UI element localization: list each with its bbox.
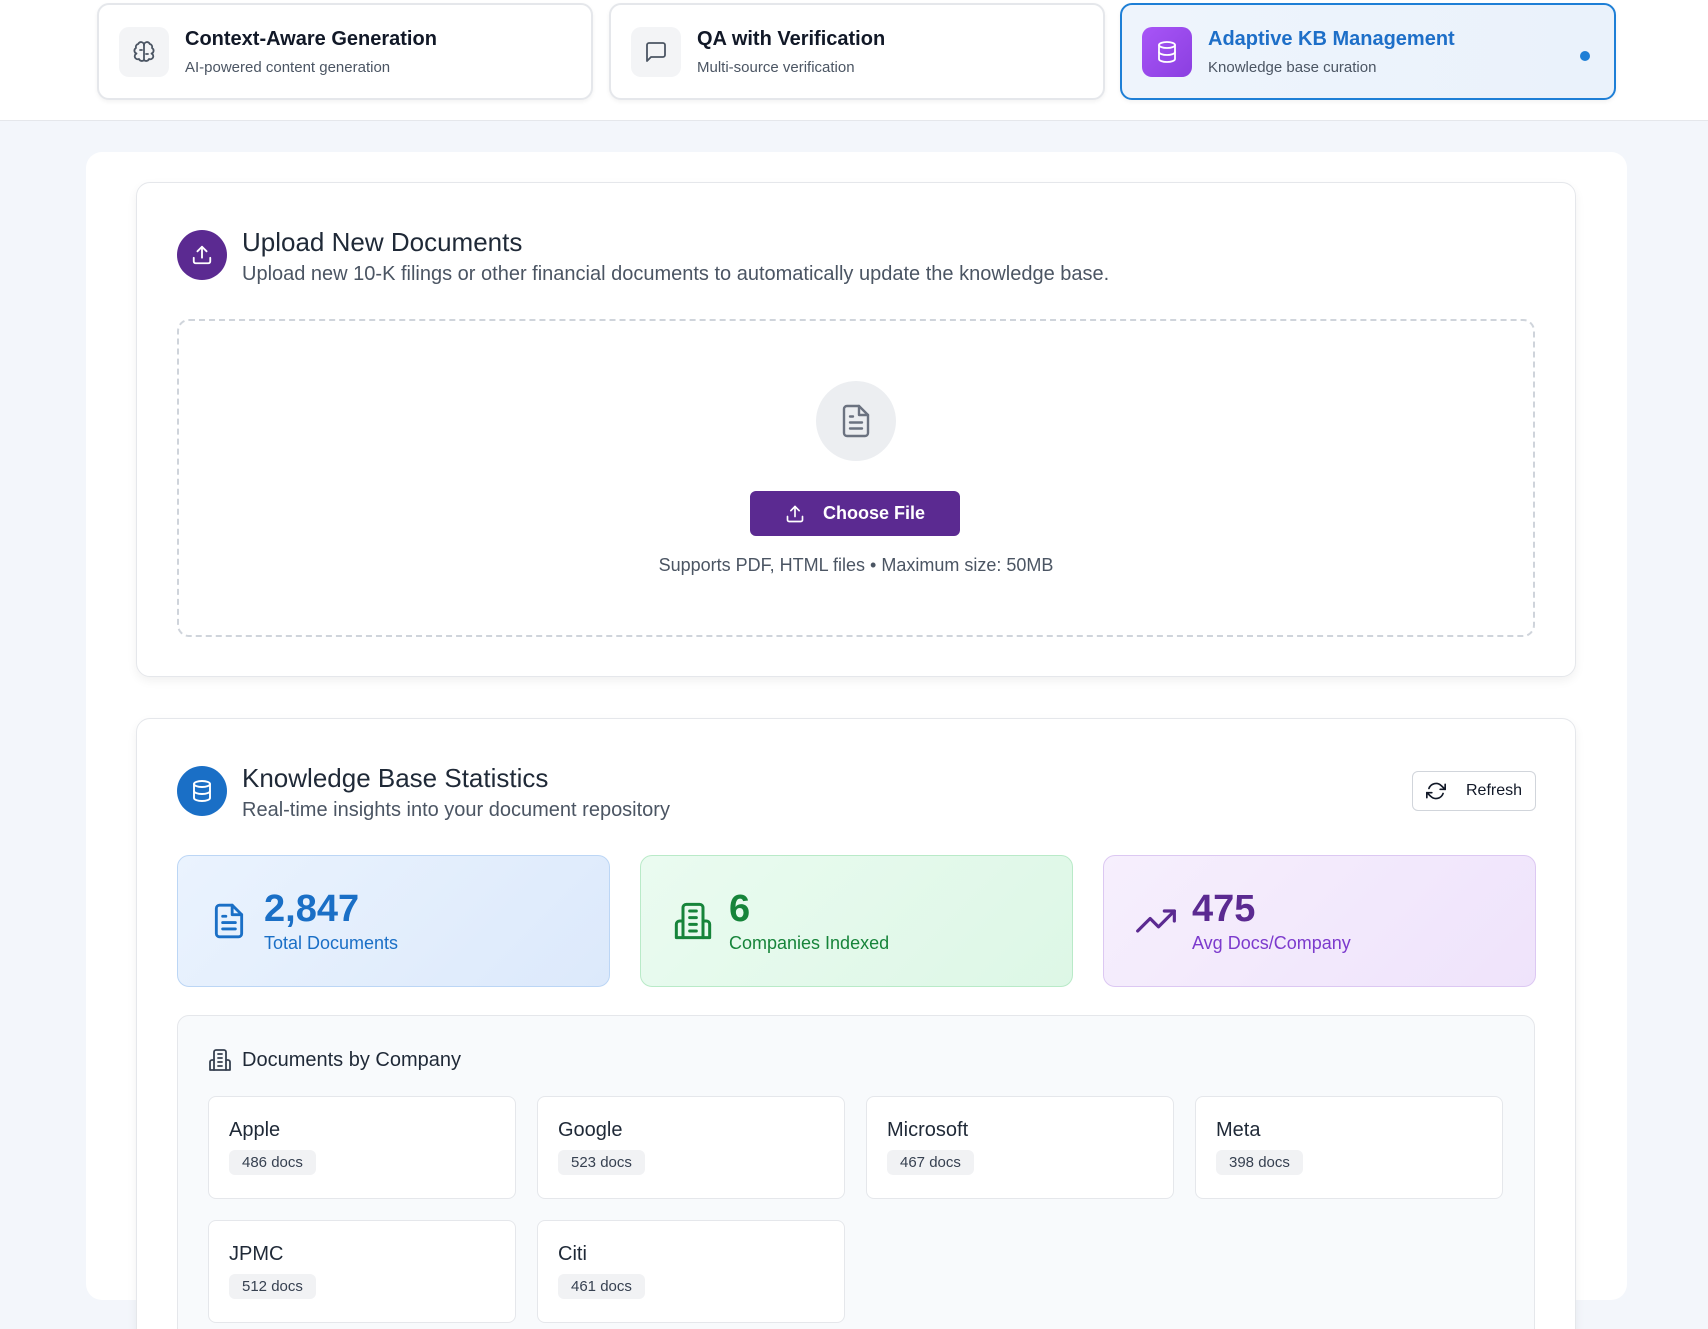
doc-count-badge: 461 docs (558, 1274, 645, 1299)
tab-context-aware-generation[interactable]: Context-Aware Generation AI-powered cont… (97, 3, 593, 100)
documents-by-company-panel: Documents by Company Apple 486 docs Goog… (177, 1015, 1535, 1329)
tab-subtitle: Knowledge base curation (1208, 58, 1377, 76)
stat-value: 2,847 (264, 887, 360, 930)
stat-total-documents: 2,847 Total Documents (177, 855, 610, 987)
tab-title: Adaptive KB Management (1208, 27, 1455, 50)
message-square-icon (631, 26, 681, 77)
tab-qa-with-verification[interactable]: QA with Verification Multi-source verifi… (609, 3, 1105, 100)
database-icon (177, 766, 227, 816)
stat-label: Total Documents (264, 932, 399, 953)
upload-icon (786, 505, 804, 522)
company-name: Microsoft (887, 1119, 969, 1141)
active-indicator-dot (1580, 51, 1590, 61)
building-icon (209, 1049, 231, 1071)
doc-count-badge: 523 docs (558, 1150, 645, 1175)
file-dropzone[interactable]: Choose File Supports PDF, HTML files • M… (177, 319, 1535, 637)
company-name: Meta (1216, 1119, 1261, 1141)
company-card-google[interactable]: Google 523 docs (537, 1096, 845, 1199)
company-card-microsoft[interactable]: Microsoft 467 docs (866, 1096, 1174, 1199)
kb-statistics-card: Knowledge Base Statistics Real-time insi… (136, 718, 1576, 1329)
refresh-label: Refresh (1465, 782, 1523, 799)
building-icon (674, 902, 712, 940)
tab-subtitle: AI-powered content generation (185, 58, 391, 76)
upload-card: Upload New Documents Upload new 10-K fil… (136, 182, 1576, 677)
stat-label: Companies Indexed (729, 932, 890, 953)
documents-by-company-title: Documents by Company (242, 1048, 461, 1071)
stat-avg-docs-per-company: 475 Avg Docs/Company (1103, 855, 1536, 987)
feature-tab-bar: Context-Aware Generation AI-powered cont… (0, 0, 1708, 121)
upload-subtitle: Upload new 10-K filings or other financi… (242, 263, 1110, 285)
company-name: JPMC (229, 1243, 284, 1265)
refresh-icon (1425, 782, 1446, 800)
company-name: Apple (229, 1119, 281, 1141)
documents-by-company-heading: Documents by Company (208, 1048, 461, 1072)
stat-companies-indexed: 6 Companies Indexed (640, 855, 1073, 987)
trending-up-icon (1136, 909, 1176, 933)
doc-count-badge: 398 docs (1216, 1150, 1303, 1175)
doc-count-badge: 512 docs (229, 1274, 316, 1299)
tab-adaptive-kb-management[interactable]: Adaptive KB Management Knowledge base cu… (1120, 3, 1616, 100)
doc-count-badge: 467 docs (887, 1150, 974, 1175)
company-card-citi[interactable]: Citi 461 docs (537, 1220, 845, 1323)
stat-value: 6 (729, 887, 751, 930)
file-text-icon (214, 903, 244, 939)
main-panel: Upload New Documents Upload new 10-K fil… (86, 152, 1627, 1329)
tab-subtitle: Multi-source verification (697, 58, 855, 76)
brain-icon (119, 26, 169, 77)
company-card-jpmc[interactable]: JPMC 512 docs (208, 1220, 516, 1323)
stats-subtitle: Real-time insights into your document re… (242, 799, 670, 821)
file-icon (816, 381, 896, 461)
stat-label: Avg Docs/Company (1192, 932, 1351, 953)
tab-title: QA with Verification (697, 27, 886, 50)
choose-file-label: Choose File (822, 503, 925, 523)
supported-formats-text: Supports PDF, HTML files • Maximum size:… (658, 555, 1054, 575)
upload-title: Upload New Documents (242, 227, 523, 257)
tab-title: Context-Aware Generation (185, 27, 437, 50)
database-icon (1142, 26, 1192, 77)
company-card-meta[interactable]: Meta 398 docs (1195, 1096, 1503, 1199)
company-name: Citi (558, 1243, 587, 1265)
stat-value: 475 (1192, 887, 1256, 930)
refresh-button[interactable]: Refresh (1412, 771, 1536, 811)
company-card-apple[interactable]: Apple 486 docs (208, 1096, 516, 1199)
choose-file-button[interactable]: Choose File (750, 491, 960, 536)
upload-icon (177, 230, 227, 280)
doc-count-badge: 486 docs (229, 1150, 316, 1175)
company-name: Google (558, 1119, 623, 1141)
stats-title: Knowledge Base Statistics (242, 763, 549, 793)
